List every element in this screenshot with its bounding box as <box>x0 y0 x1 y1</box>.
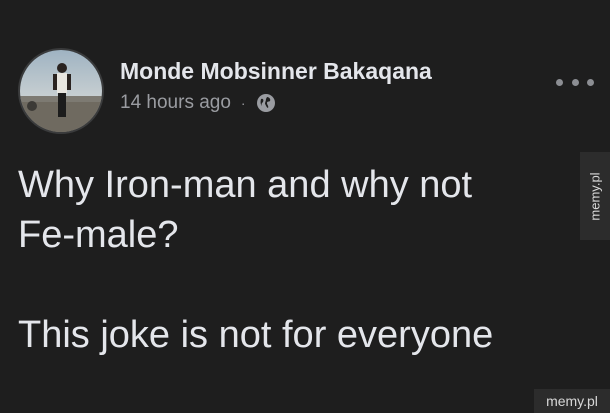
globe-icon[interactable] <box>256 93 276 113</box>
post-text-line: Fe-male? <box>18 214 179 256</box>
author-name[interactable]: Monde Mobsinner Bakaqana <box>120 58 432 85</box>
watermark-side-text: memy.pl <box>587 171 603 221</box>
post-meta: 14 hours ago · <box>120 92 276 114</box>
facebook-post: Monde Mobsinner Bakaqana 14 hours ago · … <box>0 0 610 413</box>
post-body: Why Iron-man and why not Fe-male? This j… <box>18 160 578 360</box>
post-text-line: This joke is not for everyone <box>18 314 494 356</box>
avatar-photo <box>20 50 102 132</box>
post-timestamp[interactable]: 14 hours ago <box>120 92 231 114</box>
watermark-side: memy.pl <box>580 152 610 240</box>
watermark-corner: memy.pl <box>534 389 610 413</box>
more-options-icon[interactable] <box>556 72 594 92</box>
more-dot <box>556 78 563 86</box>
more-dot <box>587 78 594 86</box>
more-dot <box>571 78 579 86</box>
post-text-line: Why Iron-man and why not <box>18 164 473 206</box>
author-avatar[interactable] <box>18 48 104 134</box>
meta-separator: · <box>240 95 246 111</box>
